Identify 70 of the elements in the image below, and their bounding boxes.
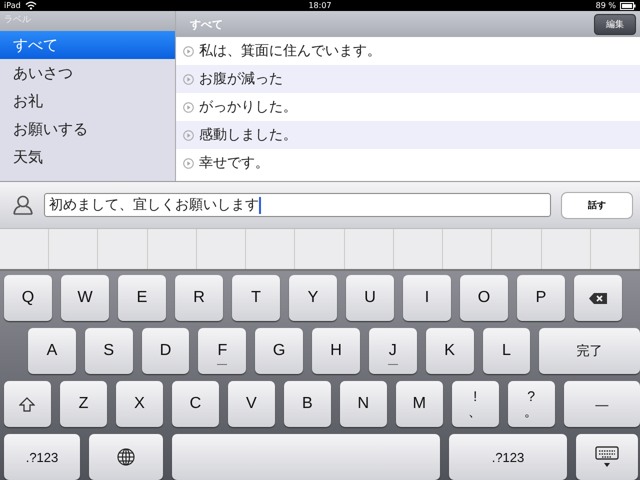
content-title: すべて: [190, 16, 223, 32]
delete-key[interactable]: [574, 275, 622, 321]
keyboard-key[interactable]: A: [28, 328, 76, 374]
keyboard-key[interactable]: —: [564, 381, 640, 427]
sidebar-item[interactable]: お願いする: [0, 115, 175, 143]
speak-button[interactable]: 話す: [561, 192, 633, 218]
keyboard-key[interactable]: X: [116, 381, 163, 427]
sidebar-item[interactable]: あいさつ: [0, 59, 175, 87]
clock: 18:07: [308, 1, 332, 10]
play-icon: [183, 102, 194, 112]
phrase-row[interactable]: 幸せです。: [176, 149, 640, 177]
punctuation-key[interactable]: ? 。: [508, 381, 555, 427]
keyboard-key[interactable]: Z: [60, 381, 107, 427]
keyboard-key[interactable]: K: [426, 328, 474, 374]
keyboard-key[interactable]: S: [84, 328, 133, 374]
keyboard-key[interactable]: B: [284, 381, 331, 427]
keyboard-key[interactable]: N: [340, 381, 387, 427]
keyboard-key[interactable]: H: [312, 328, 360, 374]
punctuation-key[interactable]: ! 、: [452, 381, 499, 427]
sidebar-item[interactable]: すべて: [0, 31, 175, 59]
shift-key[interactable]: [4, 381, 51, 427]
battery-icon: [620, 2, 636, 10]
keyboard-key[interactable]: M: [396, 381, 443, 427]
phrase-row[interactable]: 感動しました。: [176, 121, 640, 149]
message-input-field[interactable]: 初めまして、宜しくお願いします: [44, 193, 551, 217]
play-icon: [183, 158, 194, 168]
keyboard-key[interactable]: I: [403, 275, 451, 321]
device-name: iPad: [4, 1, 21, 10]
delete-icon: [589, 292, 607, 304]
keyboard-key[interactable]: R: [175, 275, 223, 321]
keyboard-key[interactable]: E: [118, 275, 166, 321]
phrase-text: お腹が減った: [199, 70, 283, 88]
phrase-row[interactable]: お腹が減った: [176, 65, 640, 93]
keyboard-key[interactable]: 完了: [539, 328, 640, 374]
keyboard-key[interactable]: T: [232, 275, 280, 321]
phrase-row[interactable]: がっかりした。: [176, 93, 640, 121]
keyboard-key[interactable]: P: [517, 275, 565, 321]
keyboard-key[interactable]: O: [460, 275, 508, 321]
keyboard-key[interactable]: L: [482, 328, 530, 374]
sidebar-item[interactable]: 天気: [0, 143, 175, 171]
play-icon: [183, 74, 194, 84]
keyboard-key[interactable]: U: [346, 275, 394, 321]
globe-key[interactable]: [89, 434, 163, 480]
keyboard-key[interactable]: Y: [289, 275, 337, 321]
battery-percentage: 89 %: [596, 1, 616, 10]
phrase-text: 幸せです。: [199, 154, 269, 172]
phrase-text: がっかりした。: [199, 98, 297, 116]
keyboard-key[interactable]: G: [255, 328, 304, 374]
shift-arrow-icon: [19, 396, 36, 412]
keyboard-key[interactable]: .?123: [449, 434, 567, 480]
phrase-text: 感動しました。: [199, 126, 297, 144]
sidebar-item[interactable]: お礼: [0, 87, 175, 115]
play-icon: [183, 130, 194, 140]
person-icon[interactable]: [12, 194, 34, 216]
phrase-text: 私は、箕面に住んでいます。: [199, 42, 381, 60]
keyboard-icon: [595, 446, 619, 468]
keyboard-key[interactable]: V: [228, 381, 275, 427]
phrase-row[interactable]: 私は、箕面に住んでいます。: [176, 37, 640, 65]
hide-keyboard-key[interactable]: [576, 434, 638, 480]
play-icon: [183, 46, 194, 56]
keyboard-key[interactable]: J: [368, 328, 417, 374]
keyboard-key[interactable]: F: [198, 328, 246, 374]
wifi-icon: [24, 1, 37, 10]
keyboard-key[interactable]: W: [61, 275, 109, 321]
keyboard-key[interactable]: C: [172, 381, 219, 427]
keyboard-key[interactable]: .?123: [4, 434, 80, 480]
globe-icon: [117, 448, 135, 466]
edit-button[interactable]: 編集: [594, 14, 636, 34]
keyboard-key[interactable]: Q: [4, 275, 52, 321]
keyboard-key[interactable]: D: [142, 328, 190, 374]
